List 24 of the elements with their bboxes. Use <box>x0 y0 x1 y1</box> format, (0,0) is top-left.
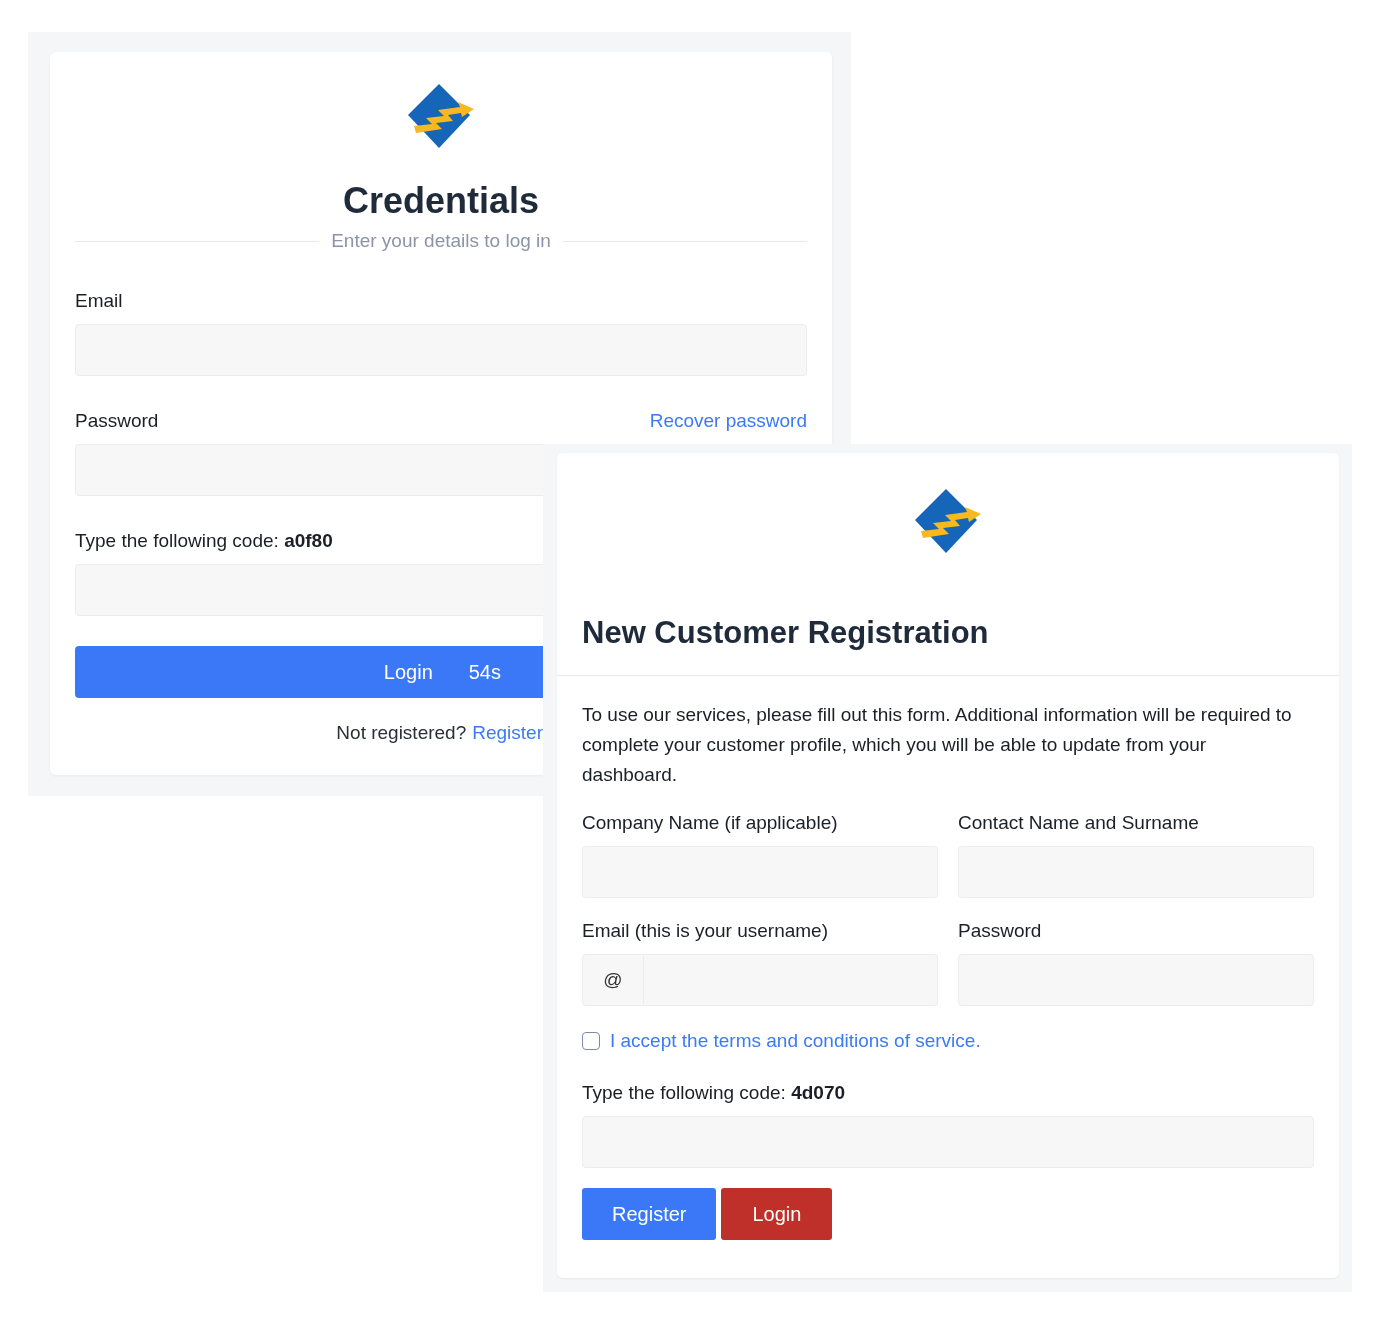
login-button[interactable]: Login <box>721 1188 833 1240</box>
field-label: Email (this is your username) <box>582 920 830 942</box>
logo-icon <box>913 487 983 555</box>
field-label: Type the following code: 4d070 <box>582 1082 846 1104</box>
field-label: Password <box>75 410 159 432</box>
intro-paragraph: To use our services, please fill out this form. Additional information will be required to complete your customer profile, which you will be able to update from your dashboard. <box>582 703 1293 787</box>
field-label: Password <box>958 920 1043 942</box>
logo-icon <box>406 82 476 150</box>
countdown-timer: 54s <box>468 660 501 684</box>
recover-password-link[interactable]: Recover password <box>649 410 807 432</box>
form-title: Credentials <box>341 179 541 223</box>
at-sign-addon: @ <box>582 954 644 1006</box>
terms-checkbox[interactable] <box>582 1032 600 1050</box>
field-label: Company Name (if applicable) <box>582 812 839 834</box>
footer-text: Not registered? <box>336 722 467 744</box>
field-label: Email <box>75 290 123 312</box>
register-button[interactable]: Register <box>582 1188 717 1240</box>
field-label: Type the following code: a0f80 <box>75 530 333 552</box>
login-button[interactable]: Login 54s <box>75 646 543 698</box>
form-title: New Customer Registration <box>582 615 990 651</box>
form-subtitle: Enter your details to log in <box>331 230 551 252</box>
register-link[interactable]: Register <box>472 722 543 744</box>
terms-link[interactable]: I accept the terms and conditions of service. <box>610 1030 981 1052</box>
field-label: Contact Name and Surname <box>958 812 1200 834</box>
